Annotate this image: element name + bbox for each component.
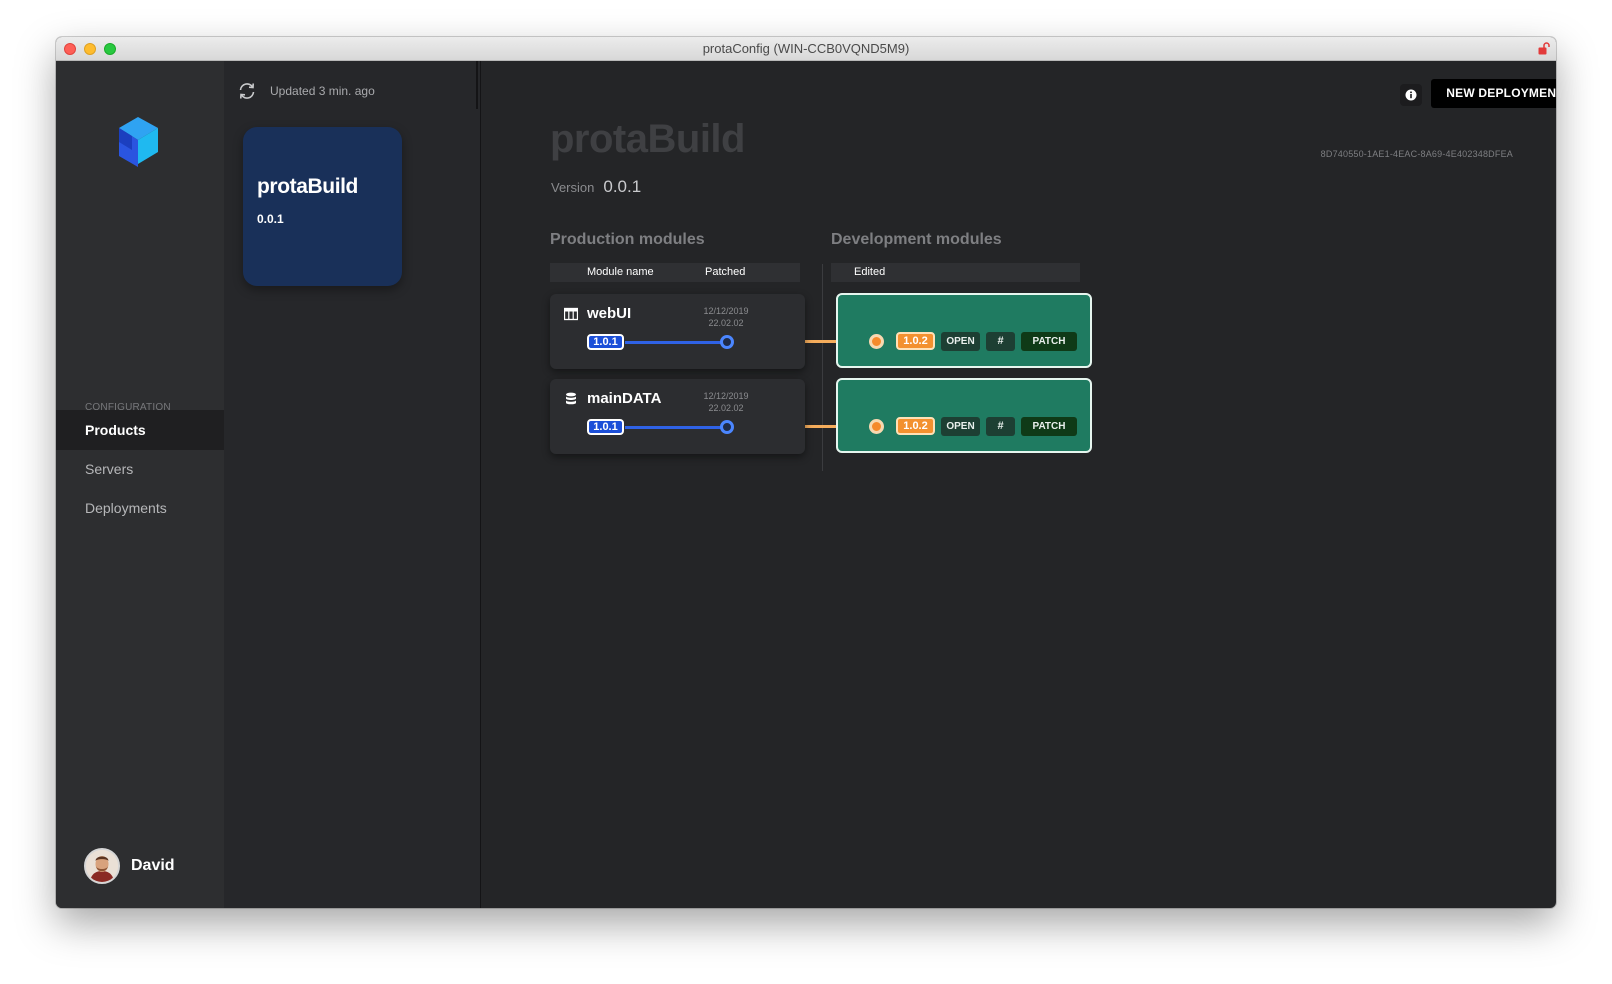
production-version-badge: 1.0.1 — [587, 419, 624, 435]
patch-button[interactable]: PATCH — [1021, 417, 1077, 436]
database-icon — [566, 392, 576, 405]
production-version-badge: 1.0.1 — [587, 334, 624, 350]
patched-date: 12/12/2019 — [703, 306, 749, 316]
window-title: protaConfig (WIN-CCB0VQND5M9) — [702, 41, 910, 56]
module-name: webUI — [587, 305, 632, 322]
patched-time: 22.02.02 — [708, 318, 744, 328]
product-id: 8D740550-1AE1-4EAC-8A69-4E402348DFEA — [1320, 149, 1513, 159]
column-module-name: Module name — [587, 266, 654, 278]
open-button[interactable]: OPEN — [941, 417, 980, 436]
development-modules-title: Development modules — [831, 231, 1002, 248]
production-version-node — [720, 335, 734, 349]
version-track-line — [625, 341, 722, 344]
production-modules-title: Production modules — [550, 231, 705, 248]
updated-text: Updated 3 min. ago — [270, 84, 375, 98]
new-deployment-button[interactable]: NEW DEPLOYMENT — [1431, 79, 1556, 108]
development-version-node — [869, 334, 884, 349]
window-icon — [564, 307, 578, 321]
sidebar: CONFIGURATION Products Servers Deploymen… — [56, 61, 224, 908]
development-table-header: Edited — [831, 263, 1080, 282]
avatar — [84, 848, 120, 884]
column-edited: Edited — [854, 266, 886, 278]
version-value: 0.0.1 — [603, 177, 642, 196]
section-divider — [822, 264, 823, 471]
main-content: NEW DEPLOYMENT protaBuild 8D740550-1AE1-… — [480, 61, 1556, 908]
product-list-panel: Updated 3 min. ago protaBuild 0.0.1 — [224, 61, 481, 908]
open-button[interactable]: OPEN — [941, 332, 980, 351]
column-patched: Patched — [705, 266, 746, 278]
production-table-header: Module name Patched — [550, 263, 800, 282]
sidebar-item-deployments[interactable]: Deployments — [56, 488, 224, 528]
production-module-card-maindata[interactable]: mainDATA 12/12/2019 22.02.02 1.0.1 — [550, 379, 805, 454]
title-bar: protaConfig (WIN-CCB0VQND5M9) — [56, 37, 1556, 61]
development-version-node — [869, 419, 884, 434]
info-icon — [1405, 89, 1417, 101]
product-card-version: 0.0.1 — [257, 212, 284, 226]
info-button[interactable] — [1400, 84, 1422, 106]
refresh-icon[interactable] — [236, 80, 258, 102]
development-module-card-webui[interactable]: 1.0.2 OPEN # PATCH — [836, 293, 1092, 368]
development-module-card-maindata[interactable]: 1.0.2 OPEN # PATCH — [836, 378, 1092, 453]
patched-timestamp: 12/12/2019 22.02.02 — [701, 305, 751, 329]
page-title: protaBuild — [550, 117, 745, 161]
product-card-protabuild[interactable]: protaBuild 0.0.1 — [243, 127, 402, 286]
sidebar-item-servers[interactable]: Servers — [56, 449, 224, 489]
divider — [476, 61, 478, 109]
sidebar-item-products[interactable]: Products — [56, 410, 224, 450]
person-icon — [86, 850, 118, 882]
app-logo-icon — [119, 117, 158, 167]
hash-button[interactable]: # — [986, 417, 1015, 436]
production-version-node — [720, 420, 734, 434]
production-module-card-webui[interactable]: webUI 12/12/2019 22.02.02 1.0.1 — [550, 294, 805, 369]
product-card-name: protaBuild — [257, 175, 358, 198]
product-version: Version 0.0.1 — [551, 177, 641, 197]
patch-button[interactable]: PATCH — [1021, 332, 1077, 351]
patched-time: 22.02.02 — [708, 403, 744, 413]
version-track-line — [625, 426, 722, 429]
development-version-badge: 1.0.2 — [896, 417, 935, 435]
module-name: mainDATA — [587, 390, 662, 407]
user-name: David — [131, 857, 175, 874]
unlock-icon — [1538, 42, 1550, 55]
hash-button[interactable]: # — [986, 332, 1015, 351]
version-label: Version — [551, 180, 595, 195]
app-window: protaConfig (WIN-CCB0VQND5M9) CONFIGURAT… — [56, 37, 1556, 908]
user-profile[interactable]: David — [84, 846, 175, 886]
patched-date: 12/12/2019 — [703, 391, 749, 401]
patched-timestamp: 12/12/2019 22.02.02 — [701, 390, 751, 414]
refresh-status: Updated 3 min. ago — [236, 80, 375, 102]
development-version-badge: 1.0.2 — [896, 332, 935, 350]
